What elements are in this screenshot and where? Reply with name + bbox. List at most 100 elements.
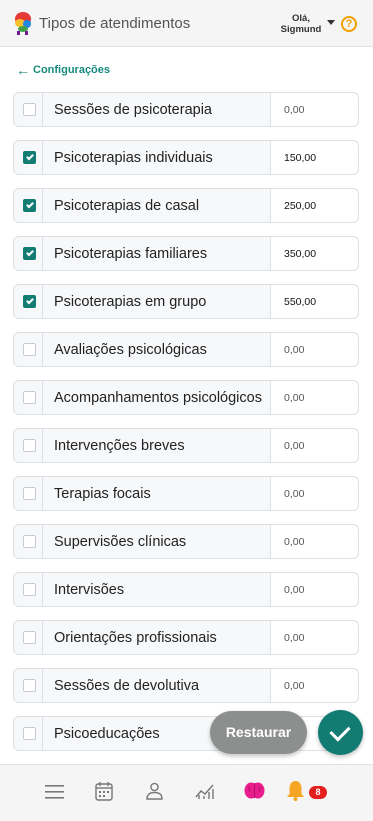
price-input[interactable]: 0,00: [270, 476, 359, 511]
help-icon[interactable]: ?: [341, 16, 357, 32]
checkbox-cell[interactable]: [14, 189, 43, 222]
service-type-row: Intervenções breves: [13, 428, 271, 463]
price-input[interactable]: 0,00: [270, 380, 359, 415]
service-type-checkbox[interactable]: [23, 727, 36, 740]
chart-icon[interactable]: [195, 782, 215, 800]
service-type-label: Psicoterapias em grupo: [54, 294, 207, 310]
bottom-nav: 8: [0, 764, 373, 821]
service-type-label: Supervisões clínicas: [54, 534, 187, 550]
price-input[interactable]: 0,00: [270, 524, 359, 559]
list-item: Supervisões clínicas 0,00: [13, 524, 359, 559]
checkbox-cell[interactable]: [14, 429, 43, 462]
service-type-checkbox[interactable]: [23, 631, 36, 644]
service-type-checkbox[interactable]: [23, 391, 36, 404]
price-input[interactable]: 150,00: [270, 140, 359, 175]
service-type-checkbox[interactable]: [23, 343, 36, 356]
service-type-row: Avaliações psicológicas: [13, 332, 271, 367]
chevron-down-icon[interactable]: [327, 20, 335, 25]
list-item: Psicoterapias em grupo 550,00: [13, 284, 359, 319]
check-icon: [25, 296, 34, 305]
list-item: Orientações profissionais 0,00: [13, 620, 359, 655]
price-input[interactable]: 0,00: [270, 668, 359, 703]
service-type-checkbox[interactable]: [23, 535, 36, 548]
price-value: 0,00: [284, 632, 305, 644]
service-type-checkbox[interactable]: [23, 583, 36, 596]
checkbox-cell[interactable]: [14, 669, 43, 702]
checkbox-cell[interactable]: [14, 93, 43, 126]
list-item: Avaliações psicológicas 0,00: [13, 332, 359, 367]
list-item: Acompanhamentos psicológicos 0,00: [13, 380, 359, 415]
service-type-label: Intervisões: [54, 582, 125, 598]
service-type-label: Terapias focais: [54, 486, 151, 502]
checkbox-cell[interactable]: [14, 285, 43, 318]
service-type-row: Psicoterapias individuais: [13, 140, 271, 175]
arrow-left-icon: ←: [16, 62, 30, 78]
menu-icon[interactable]: [45, 785, 64, 799]
service-type-label: Psicoterapias de casal: [54, 198, 200, 214]
service-type-label: Sessões de devolutiva: [54, 678, 200, 694]
confirm-button[interactable]: [318, 710, 363, 755]
service-type-row: Sessões de devolutiva: [13, 668, 271, 703]
service-type-row: Psicoterapias em grupo: [13, 284, 271, 319]
price-value: 0,00: [284, 536, 305, 548]
notification-badge: 8: [309, 786, 327, 799]
bell-icon[interactable]: [286, 780, 305, 801]
checkbox-cell[interactable]: [14, 237, 43, 270]
brain-icon[interactable]: [244, 781, 265, 800]
user-menu[interactable]: Olá, Sigmund: [276, 13, 326, 35]
greeting-line1: Olá,: [292, 13, 310, 24]
price-input[interactable]: 250,00: [270, 188, 359, 223]
checkbox-cell[interactable]: [14, 333, 43, 366]
service-type-row: Intervisões: [13, 572, 271, 607]
checkbox-cell[interactable]: [14, 717, 43, 750]
price-input[interactable]: 0,00: [270, 428, 359, 463]
check-icon: [25, 200, 34, 209]
back-link[interactable]: ← Configurações: [16, 63, 110, 77]
service-type-row: Orientações profissionais: [13, 620, 271, 655]
calendar-icon[interactable]: [95, 781, 113, 801]
price-value: 550,00: [284, 296, 317, 308]
service-type-label: Avaliações psicológicas: [54, 342, 207, 358]
service-type-row: Supervisões clínicas: [13, 524, 271, 559]
checkbox-cell[interactable]: [14, 573, 43, 606]
price-input[interactable]: 0,00: [270, 332, 359, 367]
checkbox-cell[interactable]: [14, 141, 43, 174]
checkbox-cell[interactable]: [14, 381, 43, 414]
service-type-label: Psicoterapias familiares: [54, 246, 208, 262]
list-item: Sessões de devolutiva 0,00: [13, 668, 359, 703]
checkbox-cell[interactable]: [14, 477, 43, 510]
service-type-list: Sessões de psicoterapia 0,00 Psicoterapias…: [13, 92, 359, 764]
price-input[interactable]: 0,00: [270, 92, 359, 127]
service-type-checkbox[interactable]: [23, 151, 36, 164]
restore-button[interactable]: Restaurar: [210, 711, 307, 754]
service-type-checkbox[interactable]: [23, 247, 36, 260]
service-type-checkbox[interactable]: [23, 679, 36, 692]
service-type-checkbox[interactable]: [23, 103, 36, 116]
service-type-checkbox[interactable]: [23, 295, 36, 308]
price-value: 250,00: [284, 200, 317, 212]
service-type-row: Psicoterapias de casal: [13, 188, 271, 223]
price-input[interactable]: 550,00: [270, 284, 359, 319]
price-input[interactable]: 0,00: [270, 572, 359, 607]
list-item: Psicoterapias de casal 250,00: [13, 188, 359, 223]
price-value: 150,00: [284, 152, 317, 164]
list-item: Psicoterapias familiares 350,00: [13, 236, 359, 271]
list-item: Sessões de psicoterapia 0,00: [13, 92, 359, 127]
service-type-checkbox[interactable]: [23, 199, 36, 212]
list-item: Psicoterapias individuais 150,00: [13, 140, 359, 175]
service-type-row: Acompanhamentos psicológicos: [13, 380, 271, 415]
list-item: Terapias focais 0,00: [13, 476, 359, 511]
service-type-checkbox[interactable]: [23, 439, 36, 452]
checkbox-cell[interactable]: [14, 525, 43, 558]
app-logo-icon: [15, 12, 31, 35]
price-input[interactable]: 350,00: [270, 236, 359, 271]
page-title: Tipos de atendimentos: [39, 15, 191, 32]
price-value: 0,00: [284, 584, 305, 596]
check-icon: [329, 720, 351, 742]
list-item: Intervenções breves 0,00: [13, 428, 359, 463]
price-input[interactable]: 0,00: [270, 620, 359, 655]
service-type-checkbox[interactable]: [23, 487, 36, 500]
service-type-label: Psicoterapias individuais: [54, 150, 213, 166]
user-icon[interactable]: [146, 782, 163, 800]
checkbox-cell[interactable]: [14, 621, 43, 654]
